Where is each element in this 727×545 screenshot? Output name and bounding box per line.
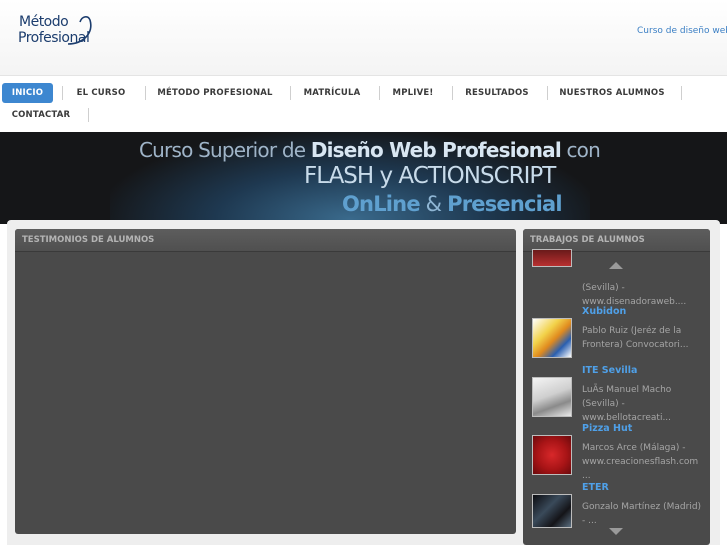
work-thumbnail xyxy=(532,435,572,475)
course-banner[interactable]: Curso Superior de Diseño Web Profesional… xyxy=(0,132,727,224)
nav-divider xyxy=(547,86,548,100)
work-description: Marcos Arce (Málaga) - www.creacionesfla… xyxy=(582,443,699,481)
nav-item-contactar[interactable]: CONTACTAR xyxy=(6,105,76,125)
work-thumbnail xyxy=(532,377,572,417)
list-item[interactable]: (Sevilla) - www.disenadoraweb.... xyxy=(532,249,702,307)
nav-item-el-curso[interactable]: EL CURSO xyxy=(70,83,132,103)
banner-line2: FLASH y ACTIONSCRIPT xyxy=(304,163,556,189)
scroll-down-arrow-icon[interactable] xyxy=(609,528,623,535)
list-item[interactable]: ITE Sevilla LuÃs Manuel Macho (Sevilla) … xyxy=(532,365,702,423)
nav-divider xyxy=(88,108,89,122)
works-title: TRABAJOS DE ALUMNOS xyxy=(530,235,645,245)
main-content: TESTIMONIOS DE ALUMNOS TRABAJOS DE ALUMN… xyxy=(7,220,720,545)
nav-item-mplive[interactable]: MPLIVE! xyxy=(387,83,439,103)
work-description: LuÃs Manuel Macho (Sevilla) - www.bellot… xyxy=(582,385,672,423)
logo-swoosh-icon xyxy=(67,16,92,45)
student-works-panel: TRABAJOS DE ALUMNOS (Sevilla) - www.dise… xyxy=(523,229,710,545)
work-thumbnail xyxy=(532,494,572,528)
nav-divider xyxy=(681,86,682,100)
nav-divider xyxy=(452,86,453,100)
nav-item-resultados[interactable]: RESULTADOS xyxy=(460,83,534,103)
work-description: Gonzalo Martínez (Madrid) - ... xyxy=(582,502,702,526)
nav-divider xyxy=(290,86,291,100)
work-title[interactable]: Pizza Hut xyxy=(582,423,632,434)
work-thumbnail xyxy=(532,318,572,358)
work-description: (Sevilla) - www.disenadoraweb.... xyxy=(582,283,687,307)
nav-item-nuestros-alumnos[interactable]: NUESTROS ALUMNOS xyxy=(555,83,669,103)
nav-item-inicio[interactable]: INICIO xyxy=(2,83,53,103)
nav-divider xyxy=(379,86,380,100)
logo[interactable]: Método Profesional xyxy=(18,14,98,54)
site-header: Método Profesional Curso de diseño web xyxy=(0,0,727,75)
work-title[interactable]: ITE Sevilla xyxy=(582,365,637,376)
logo-line1: Método xyxy=(19,14,69,30)
list-item[interactable]: Pizza Hut Marcos Arce (Málaga) - www.cre… xyxy=(532,423,702,481)
nav-item-matricula[interactable]: MATRÍCULA xyxy=(298,83,366,103)
work-title[interactable]: Xubidon xyxy=(582,306,626,317)
list-item[interactable]: Xubidon Pablo Ruiz (Jeréz de la Frontera… xyxy=(532,306,702,362)
banner-line1: Curso Superior de Diseño Web Profesional… xyxy=(139,138,601,162)
main-nav: INICIO EL CURSO MÉTODO PROFESIONAL MATRÍ… xyxy=(0,75,727,133)
banner-line3: OnLine & Presencial xyxy=(342,192,563,216)
testimonials-header: TESTIMONIOS DE ALUMNOS xyxy=(15,229,516,252)
work-thumbnail xyxy=(532,249,572,267)
testimonials-title: TESTIMONIOS DE ALUMNOS xyxy=(22,235,155,245)
work-title[interactable]: ETER xyxy=(582,482,609,493)
work-description: Pablo Ruiz (Jeréz de la Frontera) Convoc… xyxy=(582,326,689,350)
nav-divider xyxy=(145,86,146,100)
nav-item-metodo-profesional[interactable]: MÉTODO PROFESIONAL xyxy=(153,83,277,103)
nav-divider xyxy=(62,86,63,100)
header-course-link[interactable]: Curso de diseño web xyxy=(637,26,727,36)
testimonials-panel: TESTIMONIOS DE ALUMNOS xyxy=(15,229,516,534)
